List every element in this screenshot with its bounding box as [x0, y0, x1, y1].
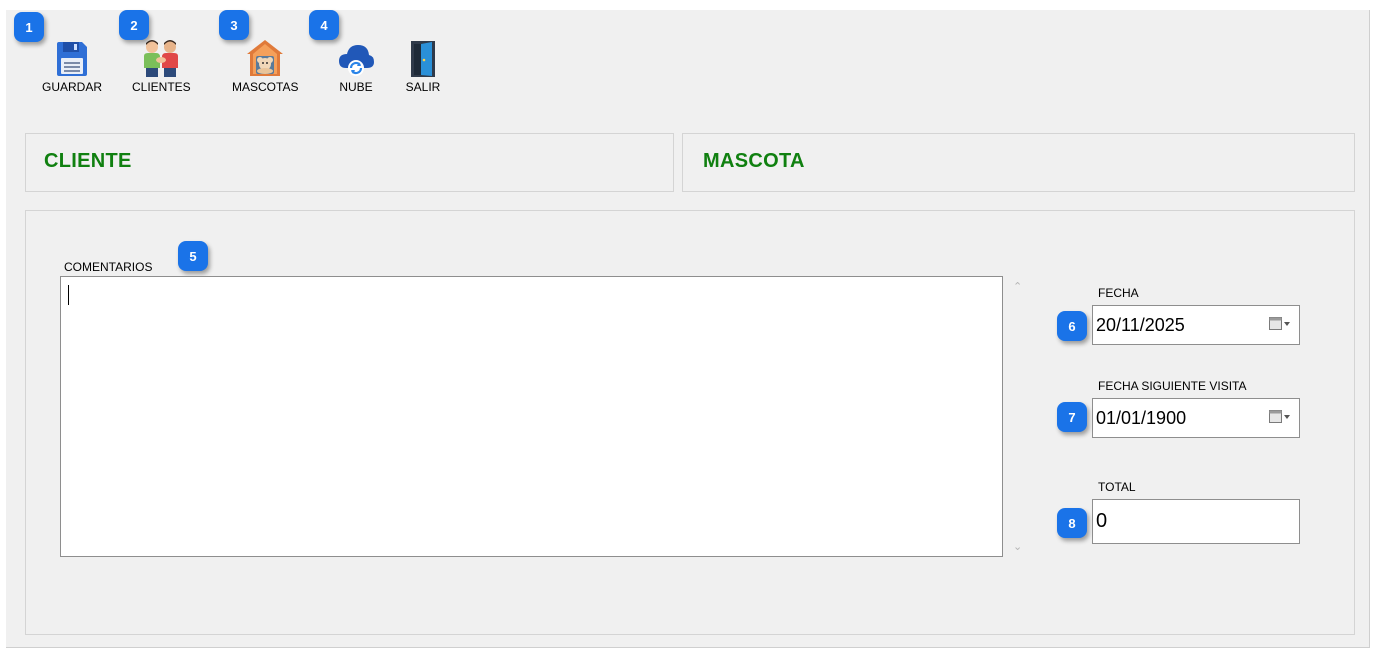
nube-button[interactable]: NUBE	[336, 34, 376, 94]
callout-badge-2: 2	[119, 10, 149, 40]
cliente-panel[interactable]: CLIENTE	[25, 133, 674, 192]
clientes-label: CLIENTES	[132, 80, 191, 94]
comentarios-textarea[interactable]	[60, 276, 1003, 557]
salir-label: SALIR	[405, 80, 441, 94]
callout-badge-3: 3	[219, 10, 249, 40]
total-label: TOTAL	[1098, 480, 1136, 494]
text-caret	[68, 285, 69, 305]
mascotas-label: MASCOTAS	[232, 80, 299, 94]
callout-badge-1: 1	[14, 12, 44, 42]
guardar-button[interactable]: GUARDAR	[42, 34, 102, 94]
total-input[interactable]: 0	[1092, 499, 1300, 544]
calendar-dropdown-icon[interactable]	[1269, 317, 1291, 331]
scroll-up-arrow-icon[interactable]: ⌃	[1013, 280, 1022, 293]
toolbar: GUARDAR CLIENTES MASCOTAS NUBE SALIR 1 2…	[6, 10, 1369, 105]
mascota-title: MASCOTA	[703, 150, 805, 172]
exit-door-icon	[403, 34, 443, 78]
callout-badge-8: 8	[1057, 508, 1087, 538]
people-handshake-icon	[141, 34, 181, 78]
clientes-button[interactable]: CLIENTES	[132, 34, 191, 94]
callout-badge-7: 7	[1057, 402, 1087, 432]
pet-house-icon	[245, 34, 285, 78]
fecha-datepicker[interactable]: 20/11/2025	[1092, 305, 1300, 345]
mascotas-button[interactable]: MASCOTAS	[232, 34, 298, 94]
calendar-dropdown-icon[interactable]	[1269, 410, 1291, 424]
nube-label: NUBE	[339, 80, 373, 94]
comentarios-label: COMENTARIOS	[64, 260, 153, 274]
fecha-value: 20/11/2025	[1096, 314, 1185, 335]
fecha-siguiente-label: FECHA SIGUIENTE VISITA	[1098, 379, 1247, 393]
guardar-label: GUARDAR	[42, 80, 103, 94]
callout-badge-4: 4	[309, 10, 339, 40]
main-window: GUARDAR CLIENTES MASCOTAS NUBE SALIR 1 2…	[6, 10, 1370, 648]
mascota-panel[interactable]: MASCOTA	[682, 133, 1355, 192]
total-value: 0	[1096, 510, 1108, 532]
cliente-title: CLIENTE	[44, 150, 132, 172]
fecha-siguiente-datepicker[interactable]: 01/01/1900	[1092, 398, 1300, 438]
fecha-siguiente-value: 01/01/1900	[1096, 407, 1187, 428]
scroll-down-arrow-icon[interactable]: ⌄	[1013, 540, 1022, 553]
floppy-disk-icon	[52, 34, 92, 78]
fecha-label: FECHA	[1098, 286, 1139, 300]
callout-badge-5: 5	[178, 241, 208, 271]
callout-badge-6: 6	[1057, 311, 1087, 341]
salir-button[interactable]: SALIR	[403, 34, 443, 94]
cloud-sync-icon	[336, 34, 376, 78]
